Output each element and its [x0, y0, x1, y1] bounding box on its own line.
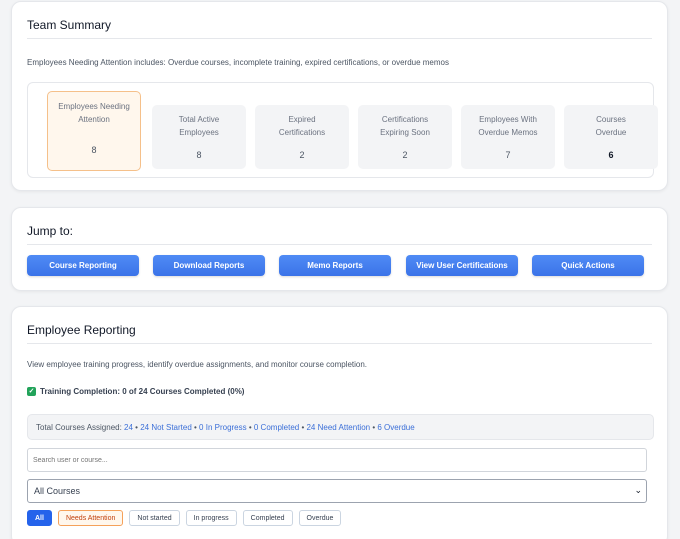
stat-expired-certifications[interactable]: Expired Certifications 2 [255, 105, 349, 169]
stat-label: Employees Needing Attention [58, 102, 130, 124]
stat-label: Courses Overdue [595, 115, 627, 137]
separator: • [299, 422, 307, 432]
total-overdue: 6 Overdue [377, 422, 415, 432]
jump-to-title: Jump to: [27, 224, 74, 238]
stat-value: 8 [196, 150, 202, 160]
stat-total-active-employees[interactable]: Total Active Employees 8 [152, 105, 246, 169]
stat-value: 6 [608, 150, 614, 160]
divider [27, 244, 652, 245]
stat-employees-overdue-memos[interactable]: Employees With Overdue Memos 7 [461, 105, 555, 169]
check-icon: ✓ [27, 387, 36, 396]
stat-employees-needing-attention[interactable]: Employees Needing Attention 8 [47, 91, 141, 171]
filter-needs-attention-button[interactable]: Needs Attention [57, 510, 124, 526]
memo-reports-button[interactable]: Memo Reports [279, 255, 391, 276]
course-select-value: All Courses [34, 486, 81, 496]
stat-value: 2 [299, 150, 305, 160]
separator: • [132, 422, 141, 432]
stat-value: 2 [402, 150, 408, 160]
stat-courses-overdue[interactable]: Courses Overdue 6 [564, 105, 658, 169]
course-select[interactable]: All Courses ⌄ [27, 479, 647, 503]
stat-value: 8 [91, 145, 97, 155]
filter-all-button[interactable]: All [27, 510, 52, 526]
divider [27, 343, 652, 344]
stat-label: Certifications Expiring Soon [380, 115, 430, 137]
quick-actions-button[interactable]: Quick Actions [532, 255, 644, 276]
total-not-started: 24 Not Started [140, 422, 192, 432]
separator: • [191, 422, 200, 432]
filter-not-started-button[interactable]: Not started [129, 510, 180, 526]
stat-certifications-expiring-soon[interactable]: Certifications Expiring Soon 2 [358, 105, 452, 169]
team-summary-title: Team Summary [27, 18, 112, 32]
jump-to-card: Jump to: Course Reporting Download Repor… [11, 207, 668, 291]
filter-overdue-button[interactable]: Overdue [298, 510, 342, 526]
separator: • [246, 422, 254, 432]
total-completed: 0 Completed [253, 422, 300, 432]
total-needs-attention: 24 Need Attention [306, 422, 371, 432]
employee-reporting-description: View employee training progress, identif… [27, 360, 368, 369]
totals-prefix: Total Courses Assigned: [36, 422, 125, 432]
filter-completed-button[interactable]: Completed [242, 510, 293, 526]
separator: • [370, 422, 378, 432]
training-completion-line: ✓ Training Completion: 0 of 24 Courses C… [27, 387, 244, 396]
total-assigned: 24 [124, 422, 133, 432]
view-user-certifications-button[interactable]: View User Certifications [406, 255, 518, 276]
employee-reporting-card: Employee Reporting View employee trainin… [11, 306, 668, 539]
course-reporting-button[interactable]: Course Reporting [27, 255, 139, 276]
employee-reporting-title: Employee Reporting [27, 323, 136, 337]
training-completion-text: Training Completion: 0 of 24 Courses Com… [40, 387, 245, 396]
stat-value: 7 [505, 150, 511, 160]
stat-label: Total Active Employees [178, 115, 220, 137]
stats-container: Employees Needing Attention 8 Total Acti… [27, 82, 658, 178]
chevron-down-icon: ⌄ [634, 485, 642, 495]
total-in-progress: 0 In Progress [199, 422, 247, 432]
filter-buttons: All Needs Attention Not started In progr… [27, 510, 342, 526]
divider [27, 38, 652, 39]
filter-in-progress-button[interactable]: In progress [185, 510, 237, 526]
download-reports-button[interactable]: Download Reports [153, 255, 265, 276]
team-summary-card: Team Summary Employees Needing Attention… [11, 1, 668, 191]
course-totals-summary: Total Courses Assigned: 24 • 24 Not Star… [27, 414, 654, 440]
stat-label: Expired Certifications [278, 115, 326, 137]
stat-label: Employees With Overdue Memos [478, 115, 538, 137]
search-input[interactable] [27, 448, 647, 472]
team-summary-description: Employees Needing Attention includes: Ov… [27, 58, 449, 67]
